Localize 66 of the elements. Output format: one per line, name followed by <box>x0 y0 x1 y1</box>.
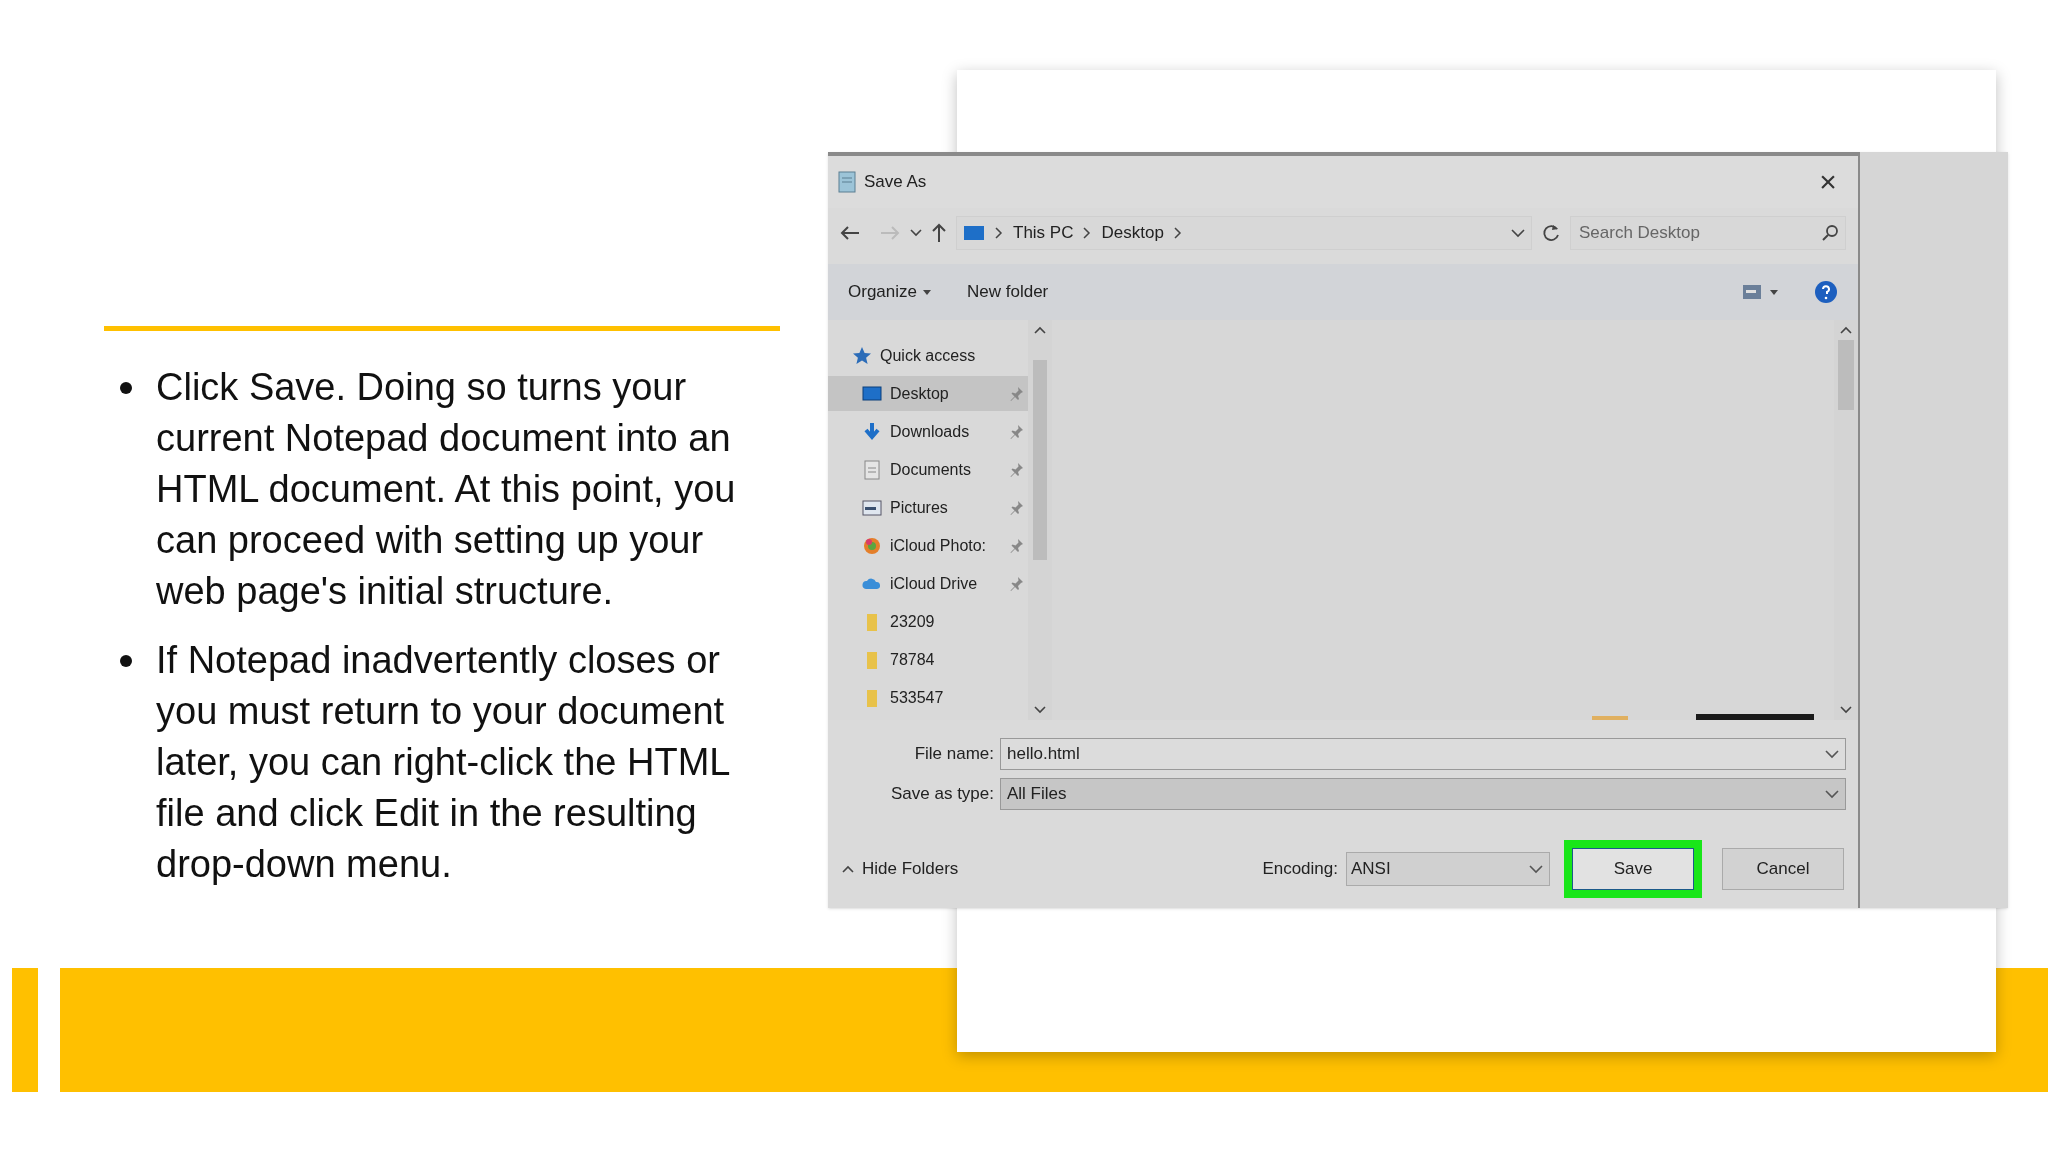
chevron-down-icon <box>1825 789 1839 799</box>
dialog-button[interactable]: Cancel <box>1722 848 1844 890</box>
nav-item[interactable]: Pictures <box>828 490 1028 525</box>
notepad-icon <box>838 171 856 193</box>
pin-icon <box>1010 461 1024 478</box>
pin-icon <box>1010 423 1024 440</box>
nav-item[interactable]: Downloads <box>828 414 1028 449</box>
new-folder-button[interactable]: New folder <box>967 279 1049 305</box>
chevron-down-icon <box>1825 749 1839 759</box>
nav-item[interactable]: 23209 <box>828 604 1028 639</box>
pin-icon <box>1010 575 1024 592</box>
address-bar[interactable]: This PC Desktop <box>956 216 1532 250</box>
nav-item[interactable]: Documents <box>828 452 1028 487</box>
chevron-down-icon[interactable] <box>910 229 922 237</box>
hide-folders-button[interactable]: Hide Folders <box>842 856 959 882</box>
nav-item[interactable]: iCloud Drive <box>828 566 1028 601</box>
chevron-up-icon <box>842 865 854 873</box>
organize-button[interactable]: Organize <box>848 279 931 305</box>
bullet-icon <box>120 655 132 667</box>
help-icon[interactable] <box>1814 280 1838 304</box>
back-arrow-icon[interactable] <box>840 226 860 240</box>
path-segment[interactable]: This PC <box>1013 220 1074 246</box>
field-label: Save as type: <box>890 783 994 806</box>
path-segment[interactable]: Desktop <box>1101 220 1164 246</box>
pin-icon <box>1010 385 1024 402</box>
document-icon <box>862 459 882 480</box>
bullet-icon <box>120 382 132 394</box>
pin-icon <box>1010 499 1024 516</box>
scrollbar-thumb[interactable] <box>1838 340 1854 410</box>
caret-down-icon <box>923 289 931 295</box>
scroll-up-icon <box>1034 326 1046 334</box>
chevron-right-icon <box>1173 227 1182 239</box>
nav-item[interactable]: 533547 <box>828 680 1028 715</box>
pin-icon <box>1010 537 1024 554</box>
up-arrow-icon[interactable] <box>932 223 946 243</box>
chevron-down-icon[interactable] <box>1511 228 1525 238</box>
dropdown-field[interactable]: All Files <box>1000 778 1846 810</box>
field-label: File name: <box>913 743 994 766</box>
view-options-icon[interactable] <box>1742 283 1778 301</box>
search-field[interactable]: Search Desktop <box>1570 216 1846 250</box>
chevron-down-icon <box>1529 864 1543 874</box>
close-button[interactable]: × <box>1808 164 1848 200</box>
nav-item[interactable]: 78784 <box>828 642 1028 677</box>
computer-icon <box>963 224 985 242</box>
star-icon <box>852 345 872 366</box>
chevron-right-icon <box>995 227 1003 239</box>
photos-icon <box>862 535 882 556</box>
window-title: Save As <box>864 171 928 194</box>
scroll-down-icon <box>1034 706 1046 714</box>
download-icon <box>862 421 882 442</box>
refresh-icon[interactable] <box>1542 224 1560 242</box>
nav-item[interactable]: iCloud Photo: <box>828 528 1028 563</box>
bullet-text: If Notepad inadvertently closes or you must return to your document later, you can right-click the HTML file and click Edit in the resulting drop-down menu. <box>156 638 731 887</box>
picture-icon <box>862 497 882 518</box>
chevron-right-icon <box>1083 227 1092 239</box>
encoding-dropdown[interactable]: ANSI <box>1346 852 1550 886</box>
nav-item[interactable]: Desktop <box>828 376 1028 411</box>
bullet-text: Click Save. Doing so turns your current Notepad document into an HTML document. At this point, you can proceed with setting up your web page's initial structure. <box>156 365 737 614</box>
scroll-up-icon <box>1840 326 1852 334</box>
encoding-label: Encoding: <box>1262 858 1338 881</box>
dropdown-field[interactable]: hello.html <box>1000 738 1846 770</box>
search-icon <box>1822 225 1838 241</box>
scroll-down-icon <box>1840 706 1852 714</box>
nav-item[interactable]: Quick access <box>828 338 1028 373</box>
scrollbar-thumb[interactable] <box>1033 360 1047 560</box>
monitor-icon <box>862 383 882 404</box>
